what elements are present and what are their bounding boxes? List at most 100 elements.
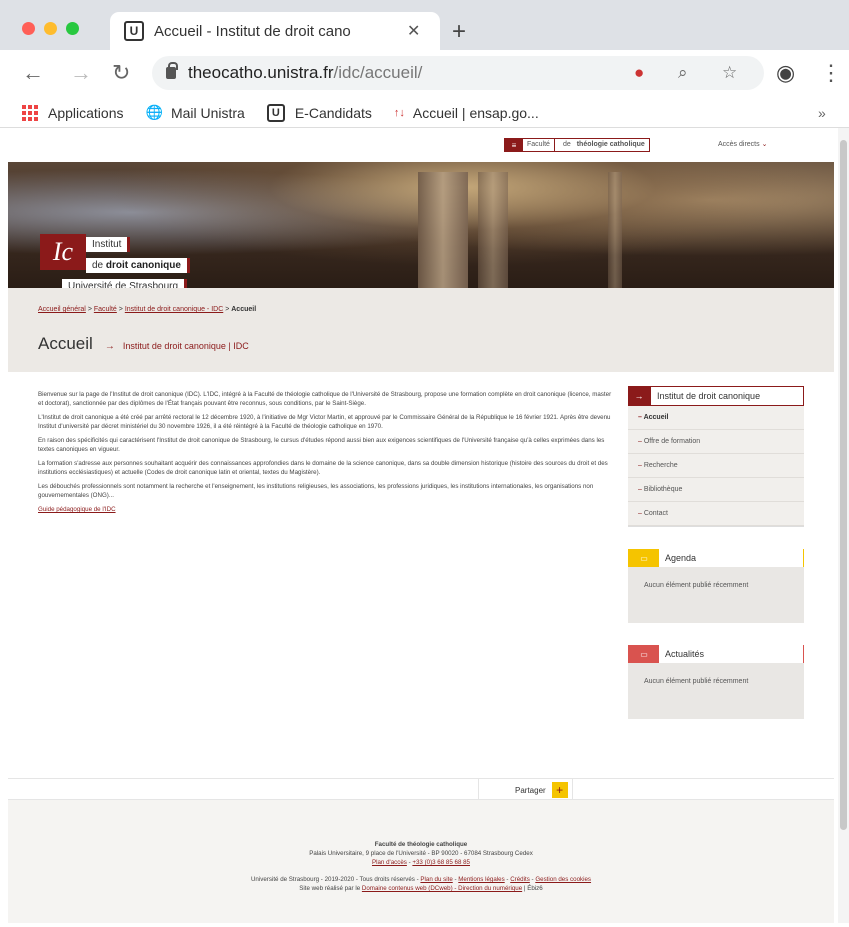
bookmark-e-candidats[interactable]: U E-Candidats <box>266 103 372 122</box>
page-title: Accueil <box>38 334 93 353</box>
bookmarks-bar: Applications 🌐 Mail Unistra U E-Candidat… <box>0 98 849 128</box>
browser-tab[interactable]: U Accueil - Institut de droit cano ✕ <box>110 12 440 50</box>
agenda-title[interactable]: Agenda <box>659 549 803 567</box>
browser-toolbar: ← → ↻ theocatho.unistra.fr/idc/accueil/ … <box>0 50 849 98</box>
site-logo[interactable]: Ic Institut de droit canonique Universit… <box>40 234 190 288</box>
sidebar-item-accueil[interactable]: Accueil <box>628 406 804 430</box>
share-label: Partager <box>515 785 546 795</box>
news-empty: Aucun élément publié récemment <box>628 663 804 719</box>
logo-line-3: Université de Strasbourg <box>62 279 188 288</box>
logo-mark: Ic <box>40 234 86 270</box>
share-bar: Partager + <box>8 778 834 801</box>
arrow-icon: → <box>628 386 650 406</box>
minimize-window-button[interactable] <box>44 22 57 35</box>
breadcrumb-faculty[interactable]: Faculté <box>94 306 117 313</box>
unistra-favicon-icon: U <box>124 21 144 41</box>
plus-icon: + <box>551 782 568 798</box>
scrollbar-thumb[interactable] <box>840 140 847 830</box>
faculty-middle: de <box>562 141 571 148</box>
arrow-right-icon: → <box>104 341 115 352</box>
close-tab-icon[interactable]: ✕ <box>407 21 420 41</box>
zoom-icon[interactable]: ⌕ <box>678 63 688 83</box>
globe-icon: 🌐 <box>145 104 163 120</box>
maximize-window-button[interactable] <box>66 22 79 35</box>
breadcrumb-institute[interactable]: Institut de droit canonique - IDC <box>125 306 223 313</box>
url-path: /idc/accueil/ <box>333 63 423 82</box>
back-arrow-icon[interactable]: ← <box>22 60 44 86</box>
lock-icon <box>166 62 178 79</box>
content-paragraph: Bienvenue sur la page de l'Institut de d… <box>38 391 612 407</box>
footer-phone-link[interactable]: +33 (0)3 68 85 68 85 <box>412 859 470 866</box>
footer-link-sitemap[interactable]: Plan du site <box>420 876 452 883</box>
footer-link-legal[interactable]: Mentions légales <box>458 876 504 883</box>
more-bookmarks-icon[interactable]: » <box>818 105 826 121</box>
cookie-blocked-icon[interactable]: ● <box>634 63 644 83</box>
bookmark-label: Applications <box>48 104 124 121</box>
profile-avatar-icon[interactable]: ◉ <box>776 60 795 86</box>
bookmark-mail-unistra[interactable]: 🌐 Mail Unistra <box>146 104 245 121</box>
bookmark-ensap[interactable]: ↑↓ Accueil | ensap.go... <box>394 105 539 121</box>
faculty-prefix: Faculté <box>527 141 550 148</box>
sidebar: → Institut de droit canonique Accueil Of… <box>628 386 804 719</box>
agenda-empty: Aucun élément publié récemment <box>628 567 804 623</box>
red-logo-icon: ↑↓ <box>393 106 405 119</box>
title-zone: Accueil général > Faculté > Institut de … <box>8 288 834 372</box>
faculty-name: théologie catholique <box>576 141 645 148</box>
footer-link-cookies[interactable]: Gestion des cookies <box>535 876 591 883</box>
agenda-box: ▭ Agenda Aucun élément publié récemment <box>628 549 804 623</box>
footer-link-credits[interactable]: Crédits <box>510 876 530 883</box>
bookmark-star-icon[interactable]: ☆ <box>722 63 737 83</box>
faculty-selector[interactable]: ≡ Faculté de théologie catholique <box>504 138 650 152</box>
footer-name: Faculté de théologie catholique <box>374 841 468 848</box>
footer-plan-link[interactable]: Plan d'accès <box>372 859 407 866</box>
breadcrumb-current: Accueil <box>231 306 257 313</box>
content-paragraph: La formation s'adresse aux personnes sou… <box>38 460 608 476</box>
news-box: ▭ Actualités Aucun élément publié récemm… <box>628 645 804 719</box>
apps-grid-icon <box>22 104 38 121</box>
breadcrumb-home[interactable]: Accueil général <box>38 306 86 313</box>
guide-link[interactable]: Guide pédagogique de l'IDC <box>38 506 116 513</box>
forward-arrow-icon[interactable]: → <box>70 60 92 86</box>
close-window-button[interactable] <box>22 22 35 35</box>
url-host: theocatho.unistra.fr <box>188 63 334 82</box>
web-page: ≡ Faculté de théologie catholique Accès … <box>8 128 834 923</box>
chevron-down-icon: ⌄ <box>761 141 768 148</box>
menu-icon: ≡ <box>505 139 523 151</box>
newspaper-icon: ▭ <box>629 645 659 663</box>
main-content: Bienvenue sur la page de l'Institut de d… <box>38 390 616 519</box>
sidebar-item-contact[interactable]: Contact <box>628 502 804 526</box>
footer: Faculté de théologie catholique Palais U… <box>8 800 834 923</box>
browser-tab-bar: U Accueil - Institut de droit cano ✕ + <box>0 0 849 50</box>
bookmark-label: Accueil | ensap.go... <box>412 104 539 121</box>
address-bar[interactable]: theocatho.unistra.fr/idc/accueil/ ● ⌕ ☆ <box>152 56 764 90</box>
footer-cms: | Ébiz6 <box>523 885 543 892</box>
share-button[interactable]: Partager + <box>478 779 573 801</box>
footer-dcweb-link[interactable]: Domaine contenus web (DCweb) - Direction… <box>362 885 522 892</box>
sidebar-menu: Accueil Offre de formation Recherche Bib… <box>628 406 804 527</box>
footer-address: Palais Universitaire, 9 place de l'Unive… <box>309 850 533 857</box>
sidebar-item-offre[interactable]: Offre de formation <box>628 430 804 454</box>
reload-icon[interactable]: ↻ <box>112 60 130 86</box>
u-logo-icon: U <box>266 103 285 122</box>
breadcrumb: Accueil général > Faculté > Institut de … <box>38 306 257 313</box>
top-strip: ≡ Faculté de théologie catholique Accès … <box>8 128 834 162</box>
calendar-icon: ▭ <box>629 549 659 567</box>
header-banner: Ic Institut de droit canonique Universit… <box>8 162 834 288</box>
sidebar-title: Institut de droit canonique <box>650 386 804 406</box>
quick-access-link[interactable]: Accès directs ⌄ <box>718 140 767 148</box>
news-title[interactable]: Actualités <box>659 645 803 663</box>
content-paragraph: L'Institut de droit canonique a été créé… <box>38 414 611 430</box>
footer-made-by: Site web réalisé par le <box>299 885 361 892</box>
bookmark-applications[interactable]: Applications <box>22 104 124 121</box>
page-subtitle: Institut de droit canonique | IDC <box>122 341 249 351</box>
logo-line-1: Institut <box>86 237 131 252</box>
tab-title: Accueil - Institut de droit cano <box>154 22 351 40</box>
sidebar-item-bibliotheque[interactable]: Bibliothèque <box>628 478 804 502</box>
content-paragraph: En raison des spécificités qui caractéri… <box>38 437 605 453</box>
page-heading: Accueil → Institut de droit canonique | … <box>38 334 249 354</box>
new-tab-icon[interactable]: + <box>452 18 466 46</box>
sidebar-header: → Institut de droit canonique <box>628 386 804 406</box>
content-paragraph: Les débouchés professionnels sont notamm… <box>38 483 594 499</box>
sidebar-item-recherche[interactable]: Recherche <box>628 454 804 478</box>
browser-menu-icon[interactable]: ⋮ <box>820 60 842 86</box>
